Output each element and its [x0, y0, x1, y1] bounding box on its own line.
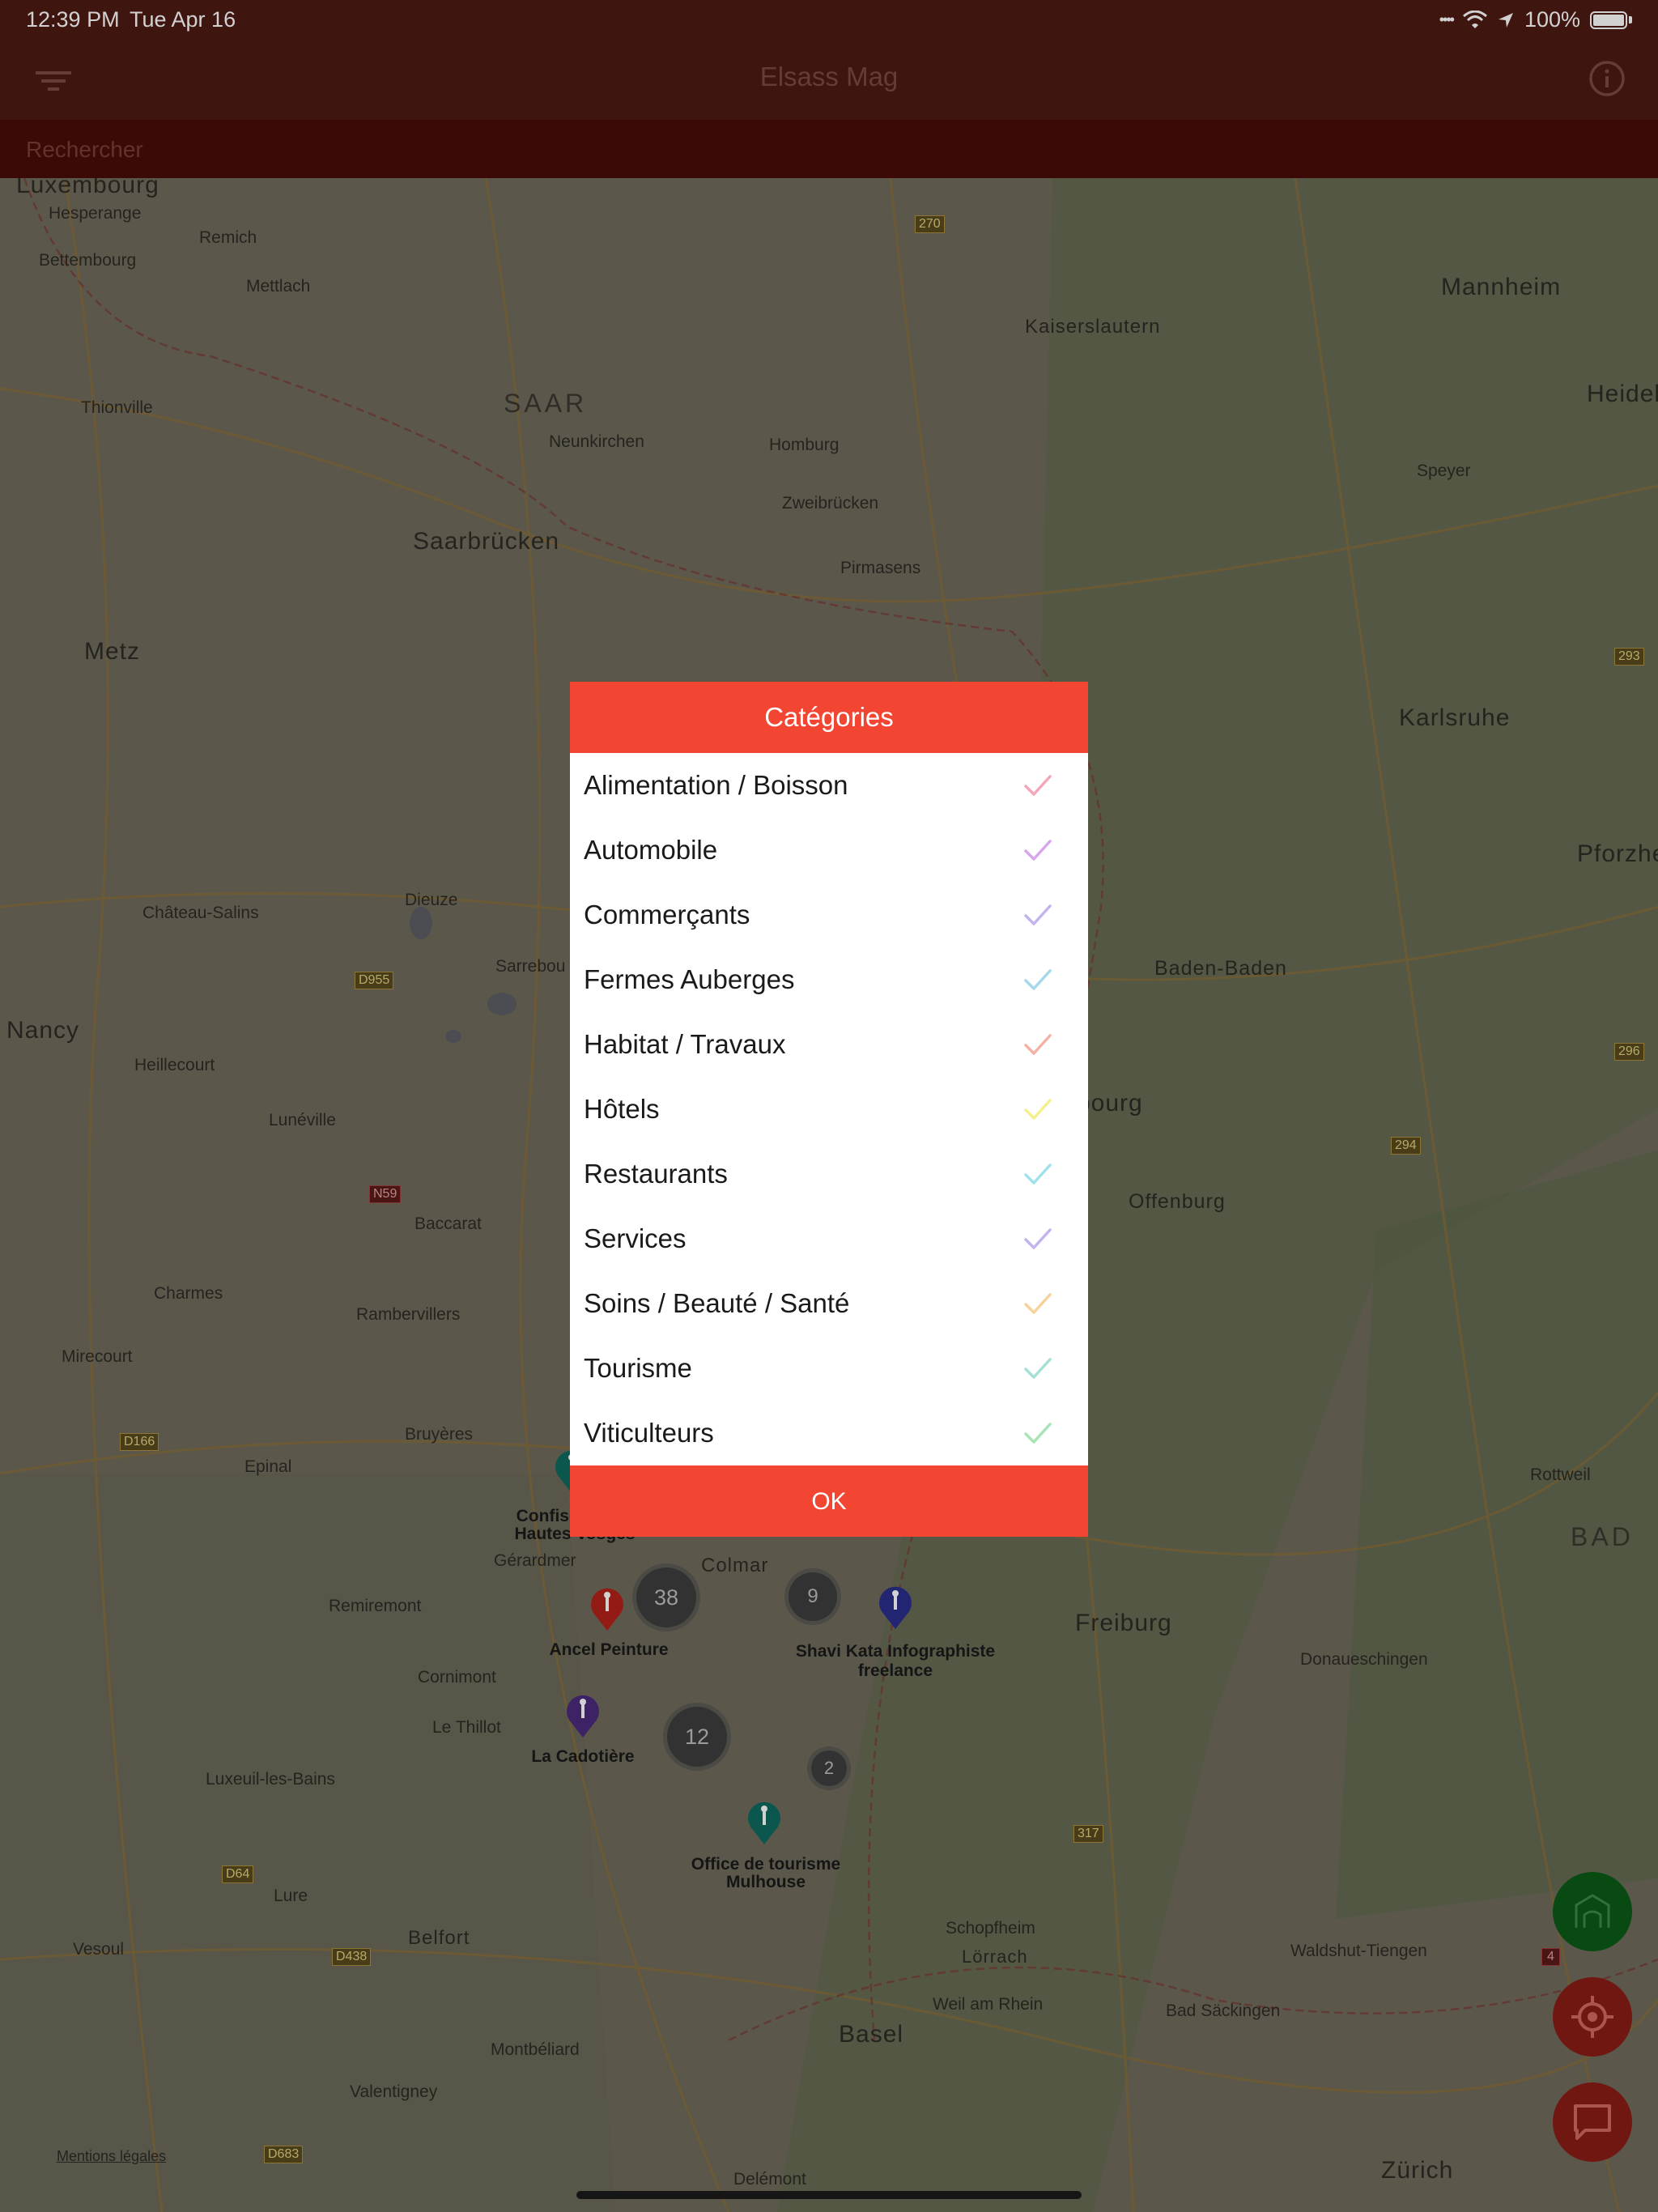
category-item-automobile[interactable]: Automobile — [570, 818, 1088, 883]
checkmark-icon — [1024, 1423, 1052, 1444]
category-item-fermes-auberges[interactable]: Fermes Auberges — [570, 947, 1088, 1012]
categories-dialog: Catégories Alimentation / Boisson Automo… — [570, 682, 1088, 1537]
category-item-services[interactable]: Services — [570, 1206, 1088, 1271]
category-label: Restaurants — [584, 1159, 728, 1189]
checkmark-icon — [1024, 840, 1052, 861]
category-label: Alimentation / Boisson — [584, 770, 848, 800]
category-list: Alimentation / Boisson Automobile Commer… — [570, 753, 1088, 1465]
checkmark-icon — [1024, 1293, 1052, 1314]
category-item-alimentation[interactable]: Alimentation / Boisson — [570, 753, 1088, 818]
category-label: Soins / Beauté / Santé — [584, 1288, 850, 1318]
category-item-soins-beaute-sante[interactable]: Soins / Beauté / Santé — [570, 1271, 1088, 1336]
category-item-hotels[interactable]: Hôtels — [570, 1077, 1088, 1142]
checkmark-icon — [1024, 1358, 1052, 1379]
category-label: Hôtels — [584, 1094, 660, 1124]
category-item-commercants[interactable]: Commerçants — [570, 883, 1088, 947]
checkmark-icon — [1024, 904, 1052, 925]
category-label: Commerçants — [584, 900, 750, 929]
checkmark-icon — [1024, 1228, 1052, 1249]
category-label: Fermes Auberges — [584, 964, 795, 994]
dialog-title: Catégories — [570, 682, 1088, 753]
category-item-viticulteurs[interactable]: Viticulteurs — [570, 1401, 1088, 1465]
category-label: Viticulteurs — [584, 1418, 714, 1448]
checkmark-icon — [1024, 1034, 1052, 1055]
category-label: Services — [584, 1223, 687, 1253]
category-label: Tourisme — [584, 1353, 692, 1383]
category-label: Habitat / Travaux — [584, 1029, 786, 1059]
checkmark-icon — [1024, 969, 1052, 990]
category-item-habitat-travaux[interactable]: Habitat / Travaux — [570, 1012, 1088, 1077]
ok-button[interactable]: OK — [570, 1465, 1088, 1537]
checkmark-icon — [1024, 775, 1052, 796]
category-label: Automobile — [584, 835, 718, 865]
category-item-tourisme[interactable]: Tourisme — [570, 1336, 1088, 1401]
category-item-restaurants[interactable]: Restaurants — [570, 1142, 1088, 1206]
checkmark-icon — [1024, 1163, 1052, 1185]
checkmark-icon — [1024, 1099, 1052, 1120]
